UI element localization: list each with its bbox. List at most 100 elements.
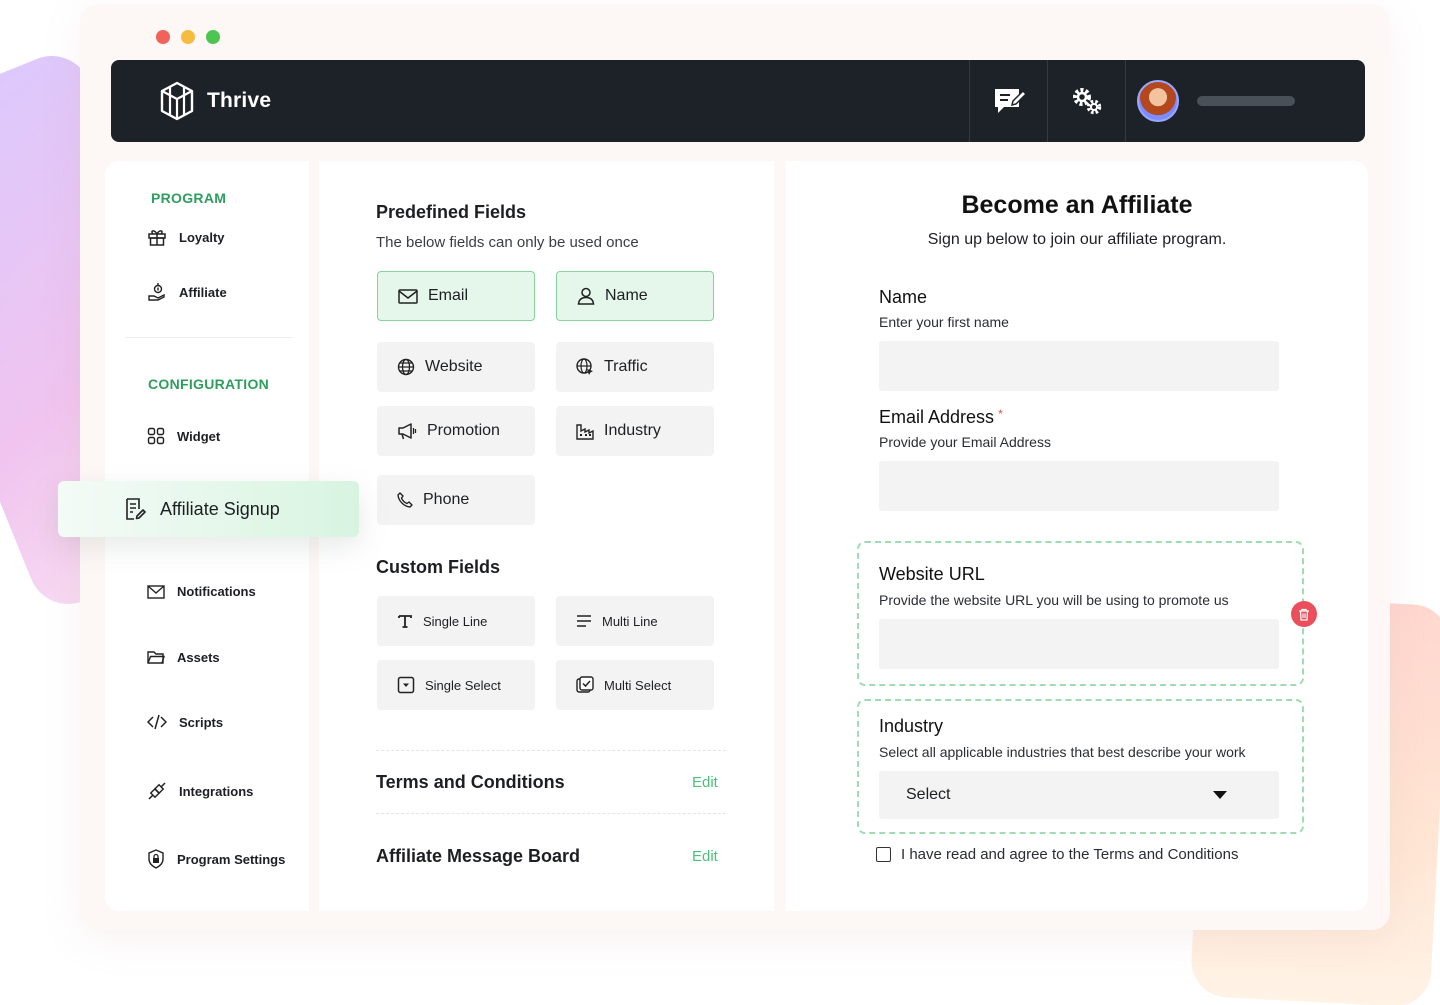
message-board-section-title: Affiliate Message Board (376, 846, 580, 867)
chat-edit-icon (992, 86, 1026, 116)
sidebar-item-program-settings[interactable]: Program Settings (147, 849, 285, 869)
avatar[interactable] (1137, 80, 1179, 122)
top-bar: Thrive (111, 60, 1365, 142)
field-chip-label: Email (428, 287, 468, 305)
sidebar-item-affiliate[interactable]: Affiliate (147, 282, 227, 302)
field-chip-label: Name (605, 287, 648, 305)
name-field-help: Enter your first name (879, 314, 1009, 330)
section-divider (376, 813, 726, 814)
field-chip-label: Single Line (423, 614, 487, 629)
sidebar-item-integrations[interactable]: Integrations (147, 781, 253, 801)
brand-name: Thrive (207, 89, 271, 113)
delete-field-button[interactable] (1291, 601, 1317, 627)
industry-field-help: Select all applicable industries that be… (879, 744, 1246, 760)
sidebar-item-label: Notifications (177, 584, 256, 599)
sidebar-item-label: Widget (177, 429, 220, 444)
multi-select-icon (576, 676, 594, 694)
window-controls (156, 30, 220, 44)
integrations-icon (147, 781, 167, 801)
sidebar-item-label: Integrations (179, 784, 253, 799)
sidebar-item-affiliate-signup[interactable]: Affiliate Signup (58, 481, 359, 537)
chevron-down-icon (1213, 791, 1227, 799)
field-chip-phone[interactable]: Phone (377, 475, 535, 525)
sidebar-item-label: Loyalty (179, 230, 225, 245)
megaphone-icon (397, 422, 417, 440)
user-icon (577, 287, 595, 305)
app-window: Thrive (80, 4, 1390, 930)
field-chip-email[interactable]: Email (377, 271, 535, 321)
field-chip-promotion[interactable]: Promotion (377, 406, 535, 456)
required-marker: * (998, 407, 1003, 421)
form-preview-panel: Become an Affiliate Sign up below to joi… (786, 161, 1368, 911)
settings-button[interactable] (1047, 60, 1125, 142)
form-title: Become an Affiliate (786, 191, 1368, 220)
website-input[interactable] (879, 619, 1279, 669)
folder-icon (147, 650, 165, 665)
field-chip-website[interactable]: Website (377, 342, 535, 392)
custom-chip-single-select[interactable]: Single Select (377, 660, 535, 710)
sidebar-item-label: Scripts (179, 715, 223, 730)
website-field-label: Website URL (879, 564, 985, 585)
custom-chip-multi-line[interactable]: Multi Line (556, 596, 714, 646)
field-chip-label: Phone (423, 491, 469, 509)
sidebar-item-widget[interactable]: Widget (147, 427, 220, 445)
sidebar-item-assets[interactable]: Assets (147, 650, 220, 665)
field-palette-panel: Predefined Fields The below fields can o… (319, 161, 774, 911)
globe-icon (397, 358, 415, 376)
sidebar-item-label: Assets (177, 650, 220, 665)
industry-select[interactable]: Select (879, 771, 1279, 819)
custom-chip-multi-select[interactable]: Multi Select (556, 660, 714, 710)
configuration-heading: CONFIGURATION (148, 376, 269, 392)
code-icon (147, 714, 167, 730)
window-minimize-dot[interactable] (181, 30, 195, 44)
brand[interactable]: Thrive (159, 81, 271, 121)
sidebar-item-notifications[interactable]: Notifications (147, 584, 256, 599)
window-close-dot[interactable] (156, 30, 170, 44)
gear-icon (1070, 85, 1104, 117)
shield-lock-icon (147, 849, 165, 869)
custom-fields-title: Custom Fields (376, 557, 500, 578)
custom-chip-single-line[interactable]: Single Line (377, 596, 535, 646)
field-chip-label: Single Select (425, 678, 501, 693)
sidebar-divider (125, 337, 293, 338)
industry-field-label: Industry (879, 716, 943, 737)
phone-icon (397, 492, 413, 508)
name-input[interactable] (879, 341, 1279, 391)
affiliate-icon (147, 282, 167, 302)
website-field-help: Provide the website URL you will be usin… (879, 592, 1229, 608)
terms-agreement[interactable]: I have read and agree to the Terms and C… (876, 846, 1238, 863)
trash-icon (1298, 608, 1310, 621)
globe-cursor-icon (576, 358, 594, 376)
widget-grid-icon (147, 427, 165, 445)
window-maximize-dot[interactable] (206, 30, 220, 44)
program-heading: PROGRAM (151, 190, 226, 206)
factory-icon (576, 422, 594, 440)
user-name-placeholder (1197, 96, 1295, 106)
email-field-label: Email Address * (879, 407, 1003, 428)
terms-edit-link[interactable]: Edit (692, 774, 718, 791)
email-input[interactable] (879, 461, 1279, 511)
feedback-button[interactable] (969, 60, 1047, 142)
section-divider (376, 750, 726, 751)
sidebar-item-label: Affiliate (179, 285, 227, 300)
thrive-logo-icon (159, 81, 195, 121)
field-chip-industry[interactable]: Industry (556, 406, 714, 456)
name-field-label: Name (879, 287, 927, 308)
field-chip-name[interactable]: Name (556, 271, 714, 321)
terms-checkbox[interactable] (876, 847, 891, 862)
form-subtitle: Sign up below to join our affiliate prog… (786, 231, 1368, 249)
field-chip-label: Website (425, 358, 483, 376)
email-field-help: Provide your Email Address (879, 434, 1051, 450)
industry-select-value: Select (906, 786, 950, 804)
gift-icon (147, 227, 167, 247)
dropdown-box-icon (397, 676, 415, 694)
profile-menu[interactable] (1125, 60, 1365, 142)
field-chip-label: Traffic (604, 358, 648, 376)
field-chip-label: Multi Line (602, 614, 658, 629)
sidebar-item-scripts[interactable]: Scripts (147, 714, 223, 730)
sidebar-item-loyalty[interactable]: Loyalty (147, 227, 225, 247)
field-chip-traffic[interactable]: Traffic (556, 342, 714, 392)
email-label-text: Email Address (879, 407, 994, 427)
sidebar-item-label: Affiliate Signup (160, 499, 280, 520)
message-board-edit-link[interactable]: Edit (692, 848, 718, 865)
